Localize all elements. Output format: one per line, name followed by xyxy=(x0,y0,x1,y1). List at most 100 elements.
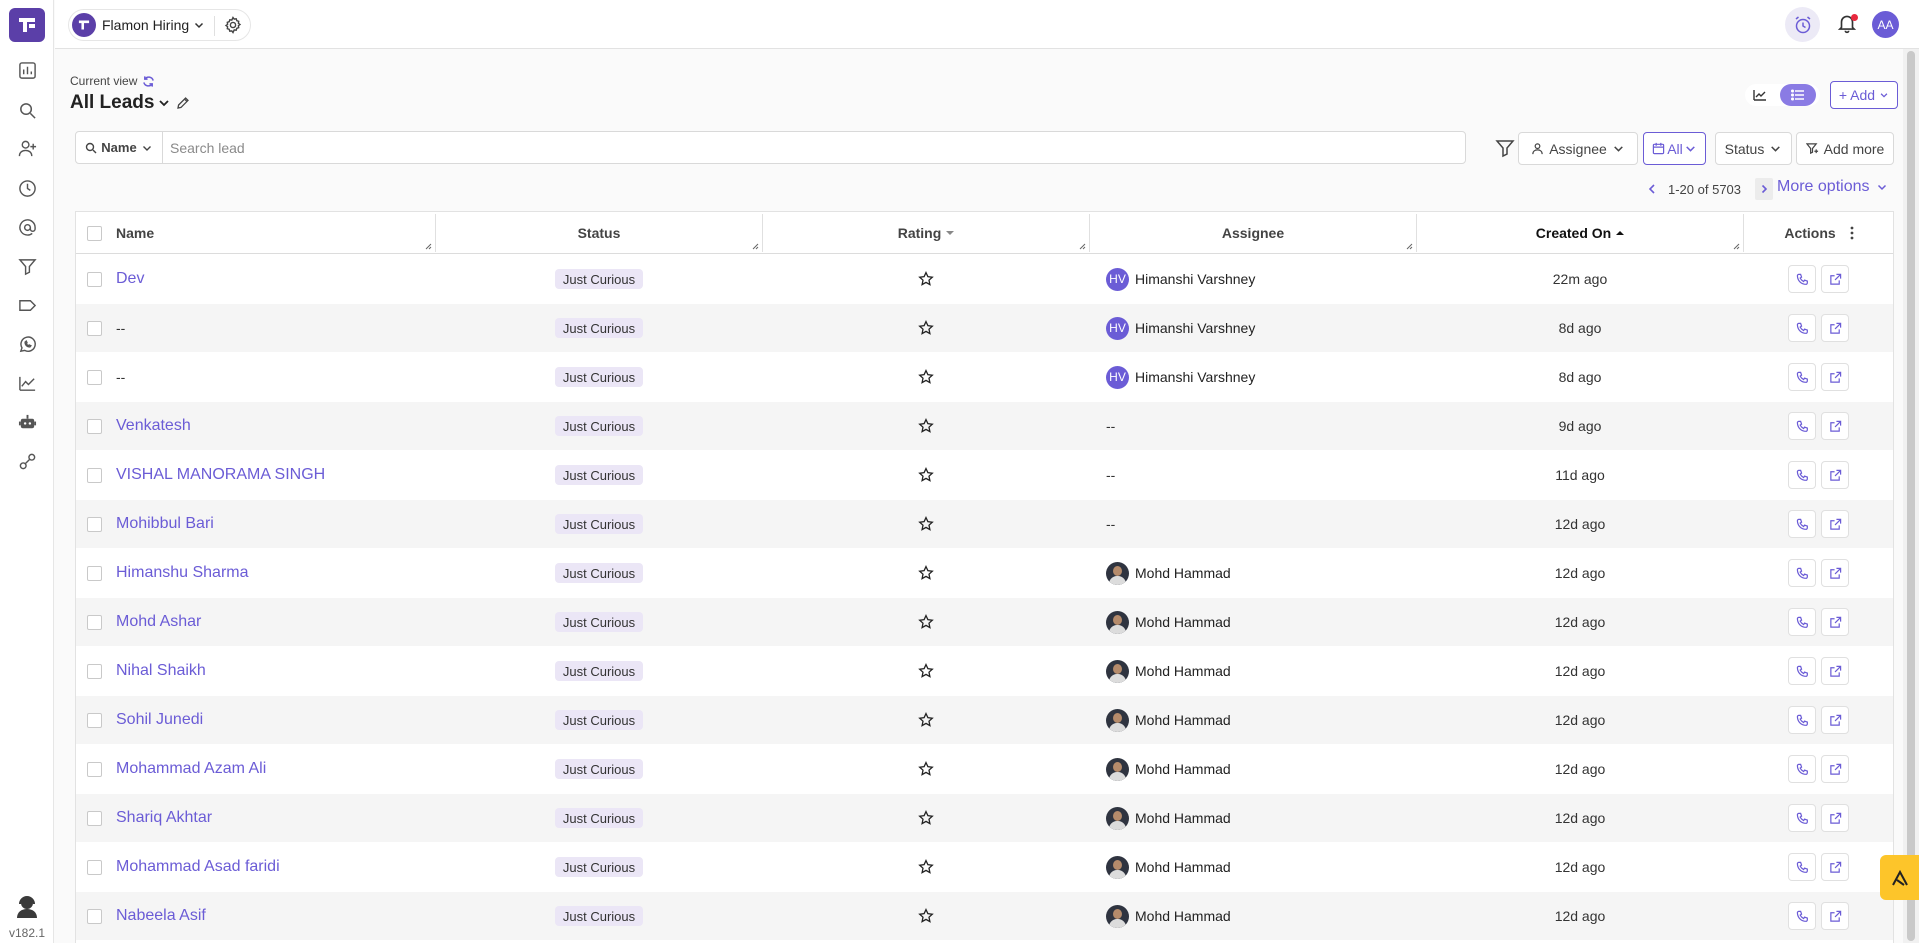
lead-name[interactable]: Himanshu Sharma xyxy=(116,564,249,582)
call-button[interactable] xyxy=(1788,804,1816,832)
star-rating-icon[interactable] xyxy=(918,369,934,385)
reminder-alarm-icon[interactable] xyxy=(1785,7,1820,42)
row-checkbox[interactable] xyxy=(87,353,102,401)
column-header-name[interactable]: Name xyxy=(116,212,154,254)
chevron-down-icon[interactable] xyxy=(157,96,171,110)
call-button[interactable] xyxy=(1788,363,1816,391)
open-lead-button[interactable] xyxy=(1821,412,1849,440)
view-selector[interactable]: All Leads xyxy=(70,92,190,114)
refresh-icon[interactable] xyxy=(142,75,155,88)
gear-icon[interactable] xyxy=(223,15,243,35)
app-logo[interactable] xyxy=(9,8,45,42)
row-checkbox[interactable] xyxy=(87,647,102,695)
call-button[interactable] xyxy=(1788,314,1816,342)
open-lead-button[interactable] xyxy=(1821,265,1849,293)
search-field-selector[interactable]: Name xyxy=(76,132,163,163)
row-checkbox[interactable] xyxy=(87,549,102,597)
star-rating-icon[interactable] xyxy=(918,467,934,483)
star-rating-icon[interactable] xyxy=(918,565,934,581)
bot-icon[interactable] xyxy=(15,410,39,434)
row-checkbox[interactable] xyxy=(87,745,102,793)
status-badge[interactable]: Just Curious xyxy=(554,906,644,926)
status-badge[interactable]: Just Curious xyxy=(554,416,644,436)
open-lead-button[interactable] xyxy=(1821,461,1849,489)
status-badge[interactable]: Just Curious xyxy=(554,514,644,534)
column-header-created-on[interactable]: Created On xyxy=(1417,212,1743,254)
open-lead-button[interactable] xyxy=(1821,314,1849,342)
call-button[interactable] xyxy=(1788,412,1816,440)
filter-icon[interactable] xyxy=(1495,138,1515,158)
open-lead-button[interactable] xyxy=(1821,853,1849,881)
row-checkbox[interactable] xyxy=(87,892,102,940)
status-badge[interactable]: Just Curious xyxy=(554,563,644,583)
assignee-filter[interactable]: Assignee xyxy=(1518,132,1638,165)
resize-handle-icon[interactable] xyxy=(425,243,432,250)
lead-name[interactable]: Mohibbul Bari xyxy=(116,515,214,533)
search-input[interactable] xyxy=(163,132,1465,163)
open-lead-button[interactable] xyxy=(1821,559,1849,587)
lead-name[interactable]: Nihal Shaikh xyxy=(116,662,206,680)
column-header-assignee[interactable]: Assignee xyxy=(1090,212,1416,254)
status-badge[interactable]: Just Curious xyxy=(554,269,644,289)
call-button[interactable] xyxy=(1788,706,1816,734)
lead-name[interactable]: Dev xyxy=(116,270,144,288)
dashboard-icon[interactable] xyxy=(15,58,39,82)
open-lead-button[interactable] xyxy=(1821,755,1849,783)
lead-name[interactable]: Sohil Junedi xyxy=(116,711,203,729)
open-lead-button[interactable] xyxy=(1821,804,1849,832)
previous-page-icon[interactable] xyxy=(1645,180,1659,198)
call-button[interactable] xyxy=(1788,902,1816,930)
call-button[interactable] xyxy=(1788,559,1816,587)
select-all-checkbox[interactable] xyxy=(87,212,102,254)
star-rating-icon[interactable] xyxy=(918,271,934,287)
resize-handle-icon[interactable] xyxy=(1406,243,1413,250)
help-widget-button[interactable] xyxy=(1880,855,1919,900)
integration-icon[interactable] xyxy=(15,449,39,473)
user-avatar[interactable]: AA xyxy=(1872,11,1899,38)
row-checkbox[interactable] xyxy=(87,255,102,303)
row-checkbox[interactable] xyxy=(87,500,102,548)
status-badge[interactable]: Just Curious xyxy=(554,318,644,338)
status-badge[interactable]: Just Curious xyxy=(554,710,644,730)
call-button[interactable] xyxy=(1788,755,1816,783)
tag-icon[interactable] xyxy=(15,293,39,317)
date-range-filter[interactable]: All xyxy=(1643,132,1706,165)
star-rating-icon[interactable] xyxy=(918,761,934,777)
open-lead-button[interactable] xyxy=(1821,706,1849,734)
star-rating-icon[interactable] xyxy=(918,663,934,679)
star-rating-icon[interactable] xyxy=(918,614,934,630)
star-rating-icon[interactable] xyxy=(918,810,934,826)
row-checkbox[interactable] xyxy=(87,451,102,499)
call-button[interactable] xyxy=(1788,608,1816,636)
open-lead-button[interactable] xyxy=(1821,510,1849,538)
column-header-rating[interactable]: Rating xyxy=(763,212,1089,254)
lead-name[interactable]: Mohd Ashar xyxy=(116,613,201,631)
add-user-icon[interactable] xyxy=(15,136,39,160)
page-title[interactable]: All Leads xyxy=(70,92,154,114)
list-view-icon[interactable] xyxy=(1780,84,1816,106)
lead-name[interactable]: Shariq Akhtar xyxy=(116,809,212,827)
page-scrollbar[interactable] xyxy=(1903,49,1919,943)
resize-handle-icon[interactable] xyxy=(752,243,759,250)
resize-handle-icon[interactable] xyxy=(1733,243,1740,250)
lead-name[interactable]: Mohammad Azam Ali xyxy=(116,760,266,778)
star-rating-icon[interactable] xyxy=(918,908,934,924)
trending-icon[interactable] xyxy=(15,371,39,395)
row-checkbox[interactable] xyxy=(87,304,102,352)
kebab-menu-icon[interactable] xyxy=(1850,226,1854,240)
open-lead-button[interactable] xyxy=(1821,902,1849,930)
at-sign-icon[interactable] xyxy=(15,215,39,239)
star-rating-icon[interactable] xyxy=(918,516,934,532)
status-badge[interactable]: Just Curious xyxy=(554,612,644,632)
row-checkbox[interactable] xyxy=(87,794,102,842)
star-rating-icon[interactable] xyxy=(918,320,934,336)
search-icon[interactable] xyxy=(15,98,39,122)
status-badge[interactable]: Just Curious xyxy=(554,857,644,877)
lead-name[interactable]: Nabeela Asif xyxy=(116,907,206,925)
more-options-dropdown[interactable]: More options xyxy=(1777,178,1888,196)
row-checkbox[interactable] xyxy=(87,696,102,744)
row-checkbox[interactable] xyxy=(87,843,102,891)
open-lead-button[interactable] xyxy=(1821,657,1849,685)
status-badge[interactable]: Just Curious xyxy=(554,808,644,828)
notification-bell-icon[interactable] xyxy=(1836,12,1860,36)
